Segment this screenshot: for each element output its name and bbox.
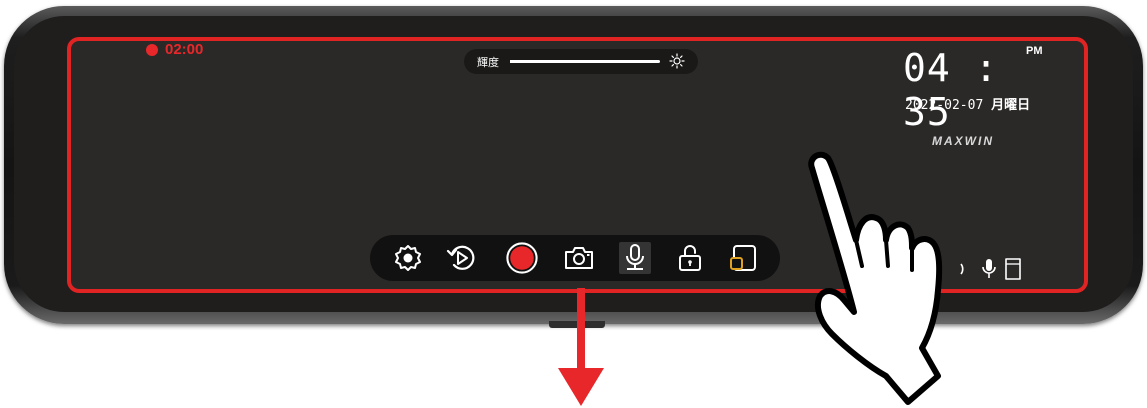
microphone-button[interactable] (619, 242, 651, 274)
down-arrow-icon (558, 288, 604, 406)
recording-dot-icon (146, 43, 158, 56)
snapshot-button[interactable] (563, 242, 595, 274)
camera-icon (565, 247, 593, 269)
lock-icon (679, 245, 701, 271)
view-switch-icon (730, 245, 756, 271)
clock-date-line: 2022-02-07 月曜日 (905, 94, 1030, 113)
clock-weekday: 月曜日 (991, 98, 1031, 113)
settings-button[interactable] (392, 242, 424, 274)
brightness-fill (510, 60, 645, 63)
control-toolbar (370, 235, 780, 281)
gear-icon (395, 245, 421, 271)
playback-icon (446, 245, 475, 270)
clock-ampm: PM (1026, 45, 1043, 57)
playback-button[interactable] (445, 242, 477, 274)
clock-date: 2022-02-07 (905, 98, 984, 113)
brightness-track[interactable] (510, 60, 660, 63)
record-button[interactable] (506, 242, 538, 274)
recording-indicator: 02:00 (146, 41, 203, 58)
brightness-label: 輝度 (477, 56, 499, 69)
tap-hand-icon (808, 151, 943, 405)
lock-button[interactable] (674, 242, 706, 274)
microphone-icon (626, 244, 644, 270)
brightness-slider[interactable]: 輝度 (464, 49, 698, 74)
record-icon (506, 242, 538, 274)
clock-time: 04 : 35 (903, 46, 999, 134)
recording-time: 02:00 (165, 41, 204, 58)
view-switch-button[interactable] (727, 242, 759, 274)
sun-icon (669, 53, 685, 69)
